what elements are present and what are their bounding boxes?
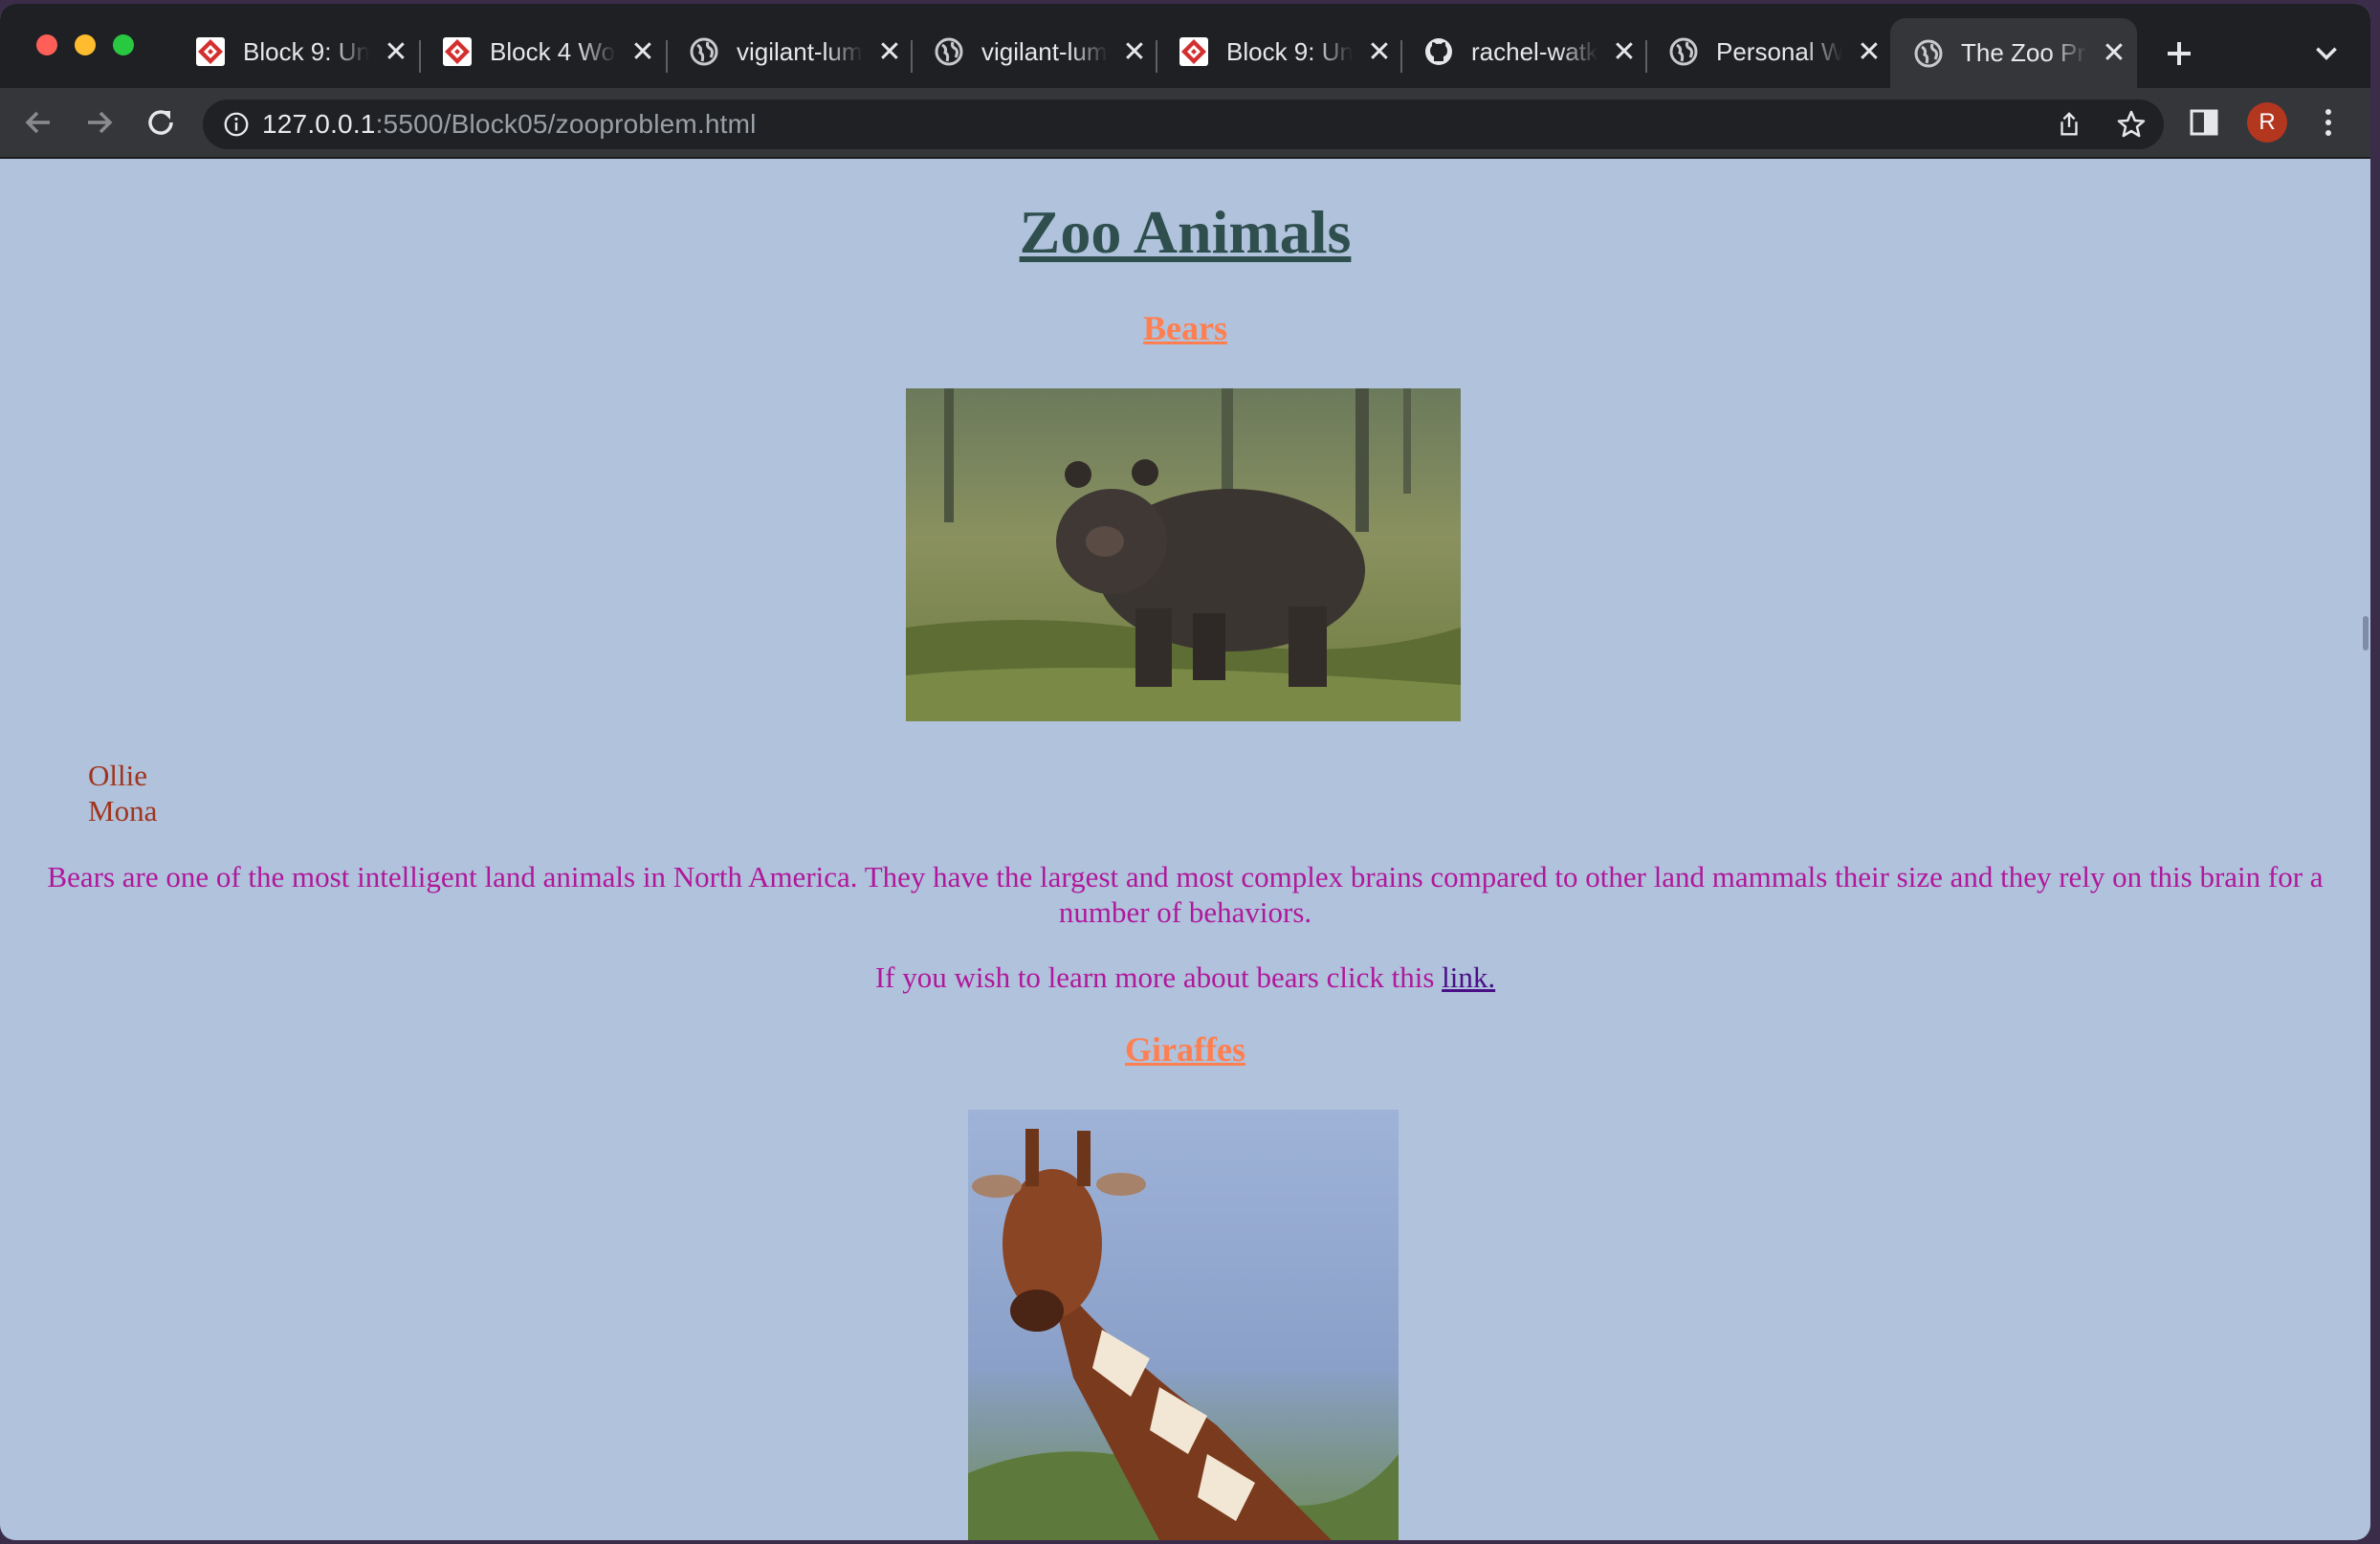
url-host: 127.0.0.1 bbox=[262, 109, 376, 139]
bears-description: Bears are one of the most intelligent la… bbox=[47, 860, 2324, 929]
tab-label: vigilant-lum bbox=[737, 36, 863, 66]
close-tab-icon[interactable]: ✕ bbox=[383, 35, 409, 69]
scrollbar-thumb[interactable] bbox=[2363, 616, 2369, 651]
profile-avatar[interactable]: R bbox=[2247, 102, 2287, 143]
tab-strip: Block 9: Unit ✕ Block 4 Workshop ✕ vigil… bbox=[0, 4, 2370, 88]
close-tab-icon[interactable]: ✕ bbox=[1611, 35, 1638, 69]
page-title: Zoo Animals bbox=[1019, 198, 1352, 266]
maximize-window-button[interactable] bbox=[113, 34, 134, 55]
url-path: :5500/Block05/zooproblem.html bbox=[375, 109, 757, 139]
red-diamond-icon bbox=[443, 37, 472, 66]
tab-label: rachel-watkins bbox=[1471, 36, 1598, 66]
bears-heading: Bears bbox=[1143, 309, 1227, 347]
tab-label: Personal Website bbox=[1716, 36, 1842, 66]
close-tab-icon[interactable]: ✕ bbox=[876, 35, 903, 69]
close-tab-icon[interactable]: ✕ bbox=[1121, 35, 1148, 69]
tab-github-rachel[interactable]: rachel-watkins ✕ bbox=[1400, 18, 1645, 85]
scrollbar-track[interactable] bbox=[2361, 157, 2370, 1540]
menu-kebab-icon[interactable] bbox=[2311, 105, 2346, 140]
tab-zoo-problem[interactable]: The Zoo Problem ✕ bbox=[1890, 18, 2137, 88]
bear-name-item: Mona bbox=[88, 794, 158, 827]
tab-label: vigilant-lum bbox=[981, 36, 1108, 66]
minimize-window-button[interactable] bbox=[75, 34, 96, 55]
close-window-button[interactable] bbox=[36, 34, 57, 55]
site-info-icon[interactable] bbox=[222, 110, 251, 139]
bear-image bbox=[906, 388, 1461, 721]
globe-icon bbox=[935, 37, 963, 66]
tab-label: Block 9: Unit bbox=[243, 36, 369, 66]
tab-vigilant-lum-2[interactable]: vigilant-lum ✕ bbox=[911, 18, 1156, 85]
bear-name-item: Ollie bbox=[88, 759, 147, 792]
close-tab-icon[interactable]: ✕ bbox=[629, 35, 656, 69]
new-tab-icon[interactable] bbox=[2164, 38, 2194, 69]
globe-icon bbox=[690, 37, 718, 66]
tab-block9-unit-2[interactable]: Block 9: Unit ✕ bbox=[1156, 18, 1400, 85]
web-page: Zoo Animals Bears Ollie Mona Bears are o… bbox=[0, 159, 2370, 1540]
bears-learn-more-link[interactable]: link. bbox=[1442, 960, 1495, 994]
github-icon bbox=[1425, 38, 1452, 65]
bear-names-list: Ollie Mona bbox=[88, 758, 157, 828]
url-text: 127.0.0.1:5500/Block05/zooproblem.html bbox=[262, 109, 757, 140]
back-arrow-icon[interactable] bbox=[21, 105, 55, 140]
learn-more-text: If you wish to learn more about bears cl… bbox=[874, 960, 1443, 994]
red-diamond-icon bbox=[1179, 37, 1208, 66]
side-panel-icon[interactable] bbox=[2187, 105, 2221, 140]
bookmark-star-icon[interactable] bbox=[2116, 109, 2147, 140]
tab-vigilant-lum-1[interactable]: vigilant-lum ✕ bbox=[666, 18, 911, 85]
globe-icon bbox=[1914, 39, 1943, 67]
bears-learn-more: If you wish to learn more about bears cl… bbox=[0, 960, 2370, 995]
address-bar[interactable]: 127.0.0.1:5500/Block05/zooproblem.html bbox=[203, 99, 2164, 149]
close-tab-icon[interactable]: ✕ bbox=[2101, 36, 2127, 70]
tab-label: Block 4 Workshop bbox=[490, 36, 616, 66]
share-icon[interactable] bbox=[2055, 110, 2083, 139]
red-diamond-icon bbox=[196, 37, 225, 66]
tab-block9-unit[interactable]: Block 9: Unit ✕ bbox=[172, 18, 419, 85]
tab-search-chevron-icon[interactable] bbox=[2313, 40, 2340, 67]
close-tab-icon[interactable]: ✕ bbox=[1856, 35, 1883, 69]
giraffes-heading: Giraffes bbox=[1125, 1030, 1245, 1069]
tab-block4-workshop[interactable]: Block 4 Workshop ✕ bbox=[419, 18, 666, 85]
giraffe-image bbox=[968, 1110, 1399, 1540]
close-tab-icon[interactable]: ✕ bbox=[1366, 35, 1393, 69]
globe-icon bbox=[1669, 37, 1698, 66]
forward-arrow-icon[interactable] bbox=[82, 105, 117, 140]
browser-window: Block 9: Unit ✕ Block 4 Workshop ✕ vigil… bbox=[0, 4, 2370, 1540]
tab-label: Block 9: Unit bbox=[1226, 36, 1353, 66]
browser-toolbar: 127.0.0.1:5500/Block05/zooproblem.html R bbox=[0, 88, 2370, 159]
tab-label: The Zoo Problem bbox=[1961, 38, 2087, 67]
reload-icon[interactable] bbox=[143, 105, 178, 140]
tab-personal-website[interactable]: Personal Website ✕ bbox=[1645, 18, 1890, 85]
